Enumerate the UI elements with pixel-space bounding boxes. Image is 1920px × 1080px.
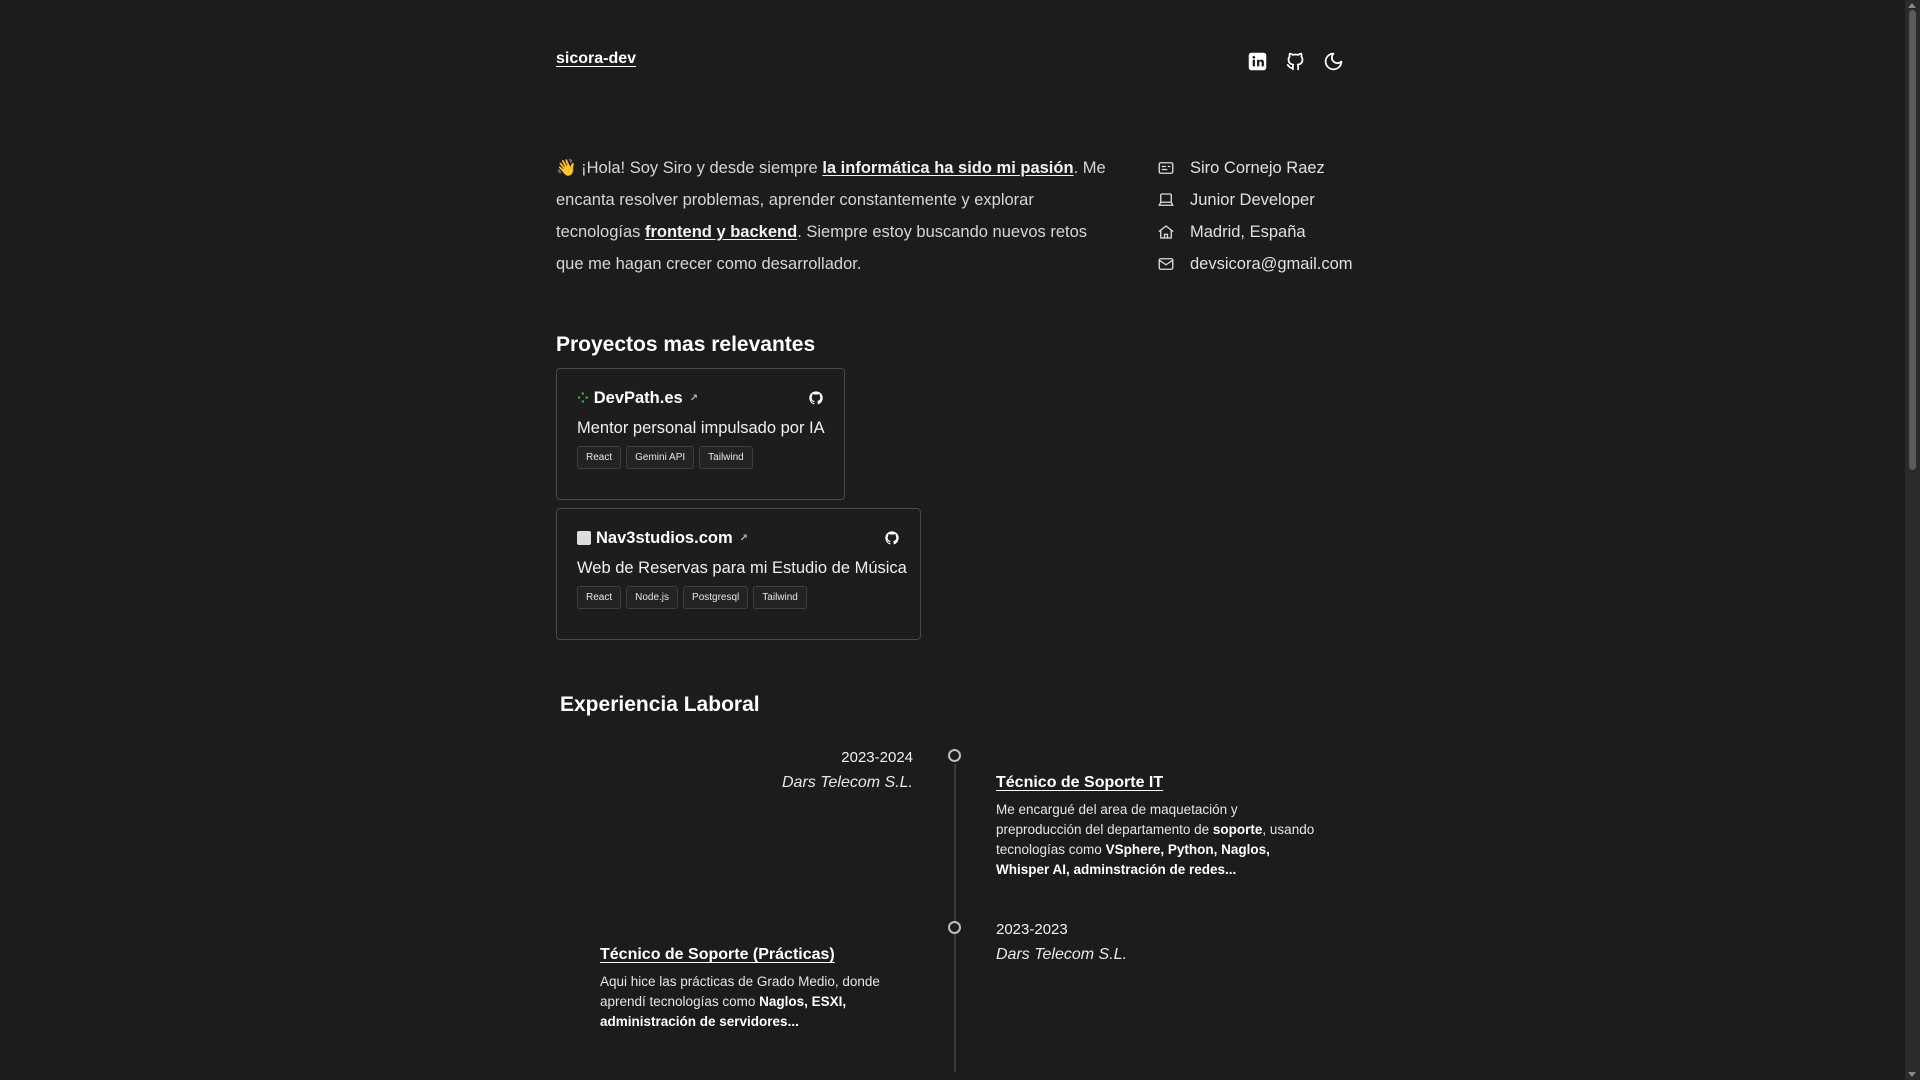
- experience-role-link[interactable]: Técnico de Soporte IT: [996, 774, 1163, 792]
- header-icons: [1246, 50, 1344, 72]
- page-scrollbar[interactable]: [1905, 0, 1920, 1080]
- wave-emoji: 👋: [556, 159, 577, 177]
- external-link-icon: ↗: [739, 532, 749, 544]
- project-title[interactable]: ⁘ DevPath.es ↗: [577, 389, 698, 408]
- project-name: Nav3studios.com: [596, 528, 733, 547]
- moon-icon[interactable]: [1322, 50, 1344, 72]
- devpath-logo-icon: ⁘: [577, 389, 589, 406]
- github-icon[interactable]: [808, 390, 824, 406]
- timeline-dot: [948, 921, 961, 934]
- info-name-row: Siro Cornejo Raez: [1157, 152, 1353, 184]
- info-role-row: Junior Developer: [1157, 184, 1353, 216]
- experience-company: Dars Telecom S.L.: [781, 774, 913, 791]
- info-location-row: Madrid, España: [1157, 216, 1353, 248]
- laptop-icon: [1158, 193, 1174, 206]
- intro-paragraph: 👋 ¡Hola! Soy Siro y desde siempre la inf…: [556, 152, 1116, 280]
- timeline-dot: [948, 749, 961, 762]
- project-tags: React Gemini API Tailwind: [577, 446, 824, 469]
- tech-tag: Tailwind: [699, 446, 753, 469]
- project-card-nav3studios[interactable]: Nav3studios.com ↗ Web de Reservas para m…: [556, 508, 921, 640]
- scroll-down-arrow-icon[interactable]: [1908, 1072, 1916, 1077]
- description-text: Me encargué del area de maquetación y pr…: [996, 802, 1238, 837]
- github-icon[interactable]: [1284, 50, 1306, 72]
- experience-role-link[interactable]: Técnico de Soporte (Prácticas): [600, 946, 835, 964]
- tech-tag: React: [577, 446, 622, 469]
- scroll-thumb[interactable]: [1909, 10, 1916, 470]
- info-role: Junior Developer: [1190, 190, 1315, 209]
- project-card-header: ⁘ DevPath.es ↗: [577, 387, 824, 409]
- info-name: Siro Cornejo Raez: [1190, 158, 1325, 177]
- project-card-header: Nav3studios.com ↗: [577, 527, 900, 549]
- info-email[interactable]: devsicora@gmail.com: [1190, 255, 1353, 274]
- timeline-line: [954, 764, 956, 1072]
- github-icon[interactable]: [884, 530, 900, 546]
- personal-info: Siro Cornejo Raez Junior Developer Madri…: [1157, 152, 1353, 280]
- project-description: Mentor personal impulsado por IA: [577, 419, 825, 437]
- project-card-devpath[interactable]: ⁘ DevPath.es ↗ Mentor personal impulsado…: [556, 368, 845, 500]
- project-description: Web de Reservas para mi Estudio de Músic…: [577, 559, 907, 577]
- project-title[interactable]: Nav3studios.com ↗: [577, 529, 748, 548]
- id-card-icon: [1158, 162, 1174, 174]
- intro-stack-link[interactable]: frontend y backend: [645, 223, 797, 241]
- info-location: Madrid, España: [1190, 222, 1306, 241]
- projects-heading: Proyectos mas relevantes: [556, 333, 816, 356]
- nav3studios-logo-icon: [577, 531, 591, 545]
- intro-passion-link[interactable]: la informática ha sido mi pasión: [822, 159, 1073, 177]
- tech-tag: Node.js: [626, 586, 679, 609]
- linkedin-icon[interactable]: [1246, 50, 1268, 72]
- description-highlight: soporte: [1212, 822, 1263, 837]
- experience-description: Me encargué del area de maquetación y pr…: [996, 800, 1316, 880]
- tech-tag: Postgresql: [683, 586, 749, 609]
- info-email-row: devsicora@gmail.com: [1157, 248, 1353, 280]
- mail-icon: [1158, 258, 1174, 270]
- project-name: DevPath.es: [593, 388, 683, 407]
- experience-description: Aqui hice las prácticas de Grado Medio, …: [600, 972, 920, 1032]
- scroll-up-arrow-icon[interactable]: [1908, 3, 1916, 8]
- site-name-link[interactable]: sicora-dev: [556, 50, 636, 68]
- experience-date: 2023-2023: [996, 921, 1068, 938]
- experience-company: Dars Telecom S.L.: [996, 946, 1128, 963]
- project-tags: React Node.js Postgresql Tailwind: [577, 586, 900, 609]
- experience-heading: Experiencia Laboral: [560, 693, 760, 716]
- external-link-icon: ↗: [689, 392, 699, 404]
- intro-text-1: ¡Hola! Soy Siro y desde siempre: [576, 159, 823, 177]
- experience-date: 2023-2024: [841, 749, 913, 766]
- home-icon: [1158, 225, 1174, 239]
- tech-tag: Gemini API: [626, 446, 695, 469]
- tech-tag: Tailwind: [753, 586, 807, 609]
- tech-tag: React: [577, 586, 622, 609]
